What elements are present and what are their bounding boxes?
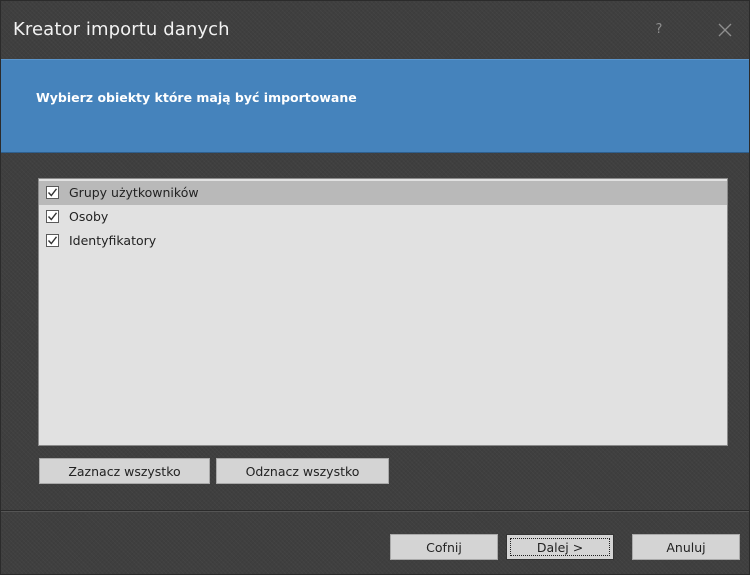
- list-item-persons[interactable]: Osoby: [39, 205, 727, 229]
- deselect-all-button[interactable]: Odznacz wszystko: [216, 458, 389, 484]
- persons-checkbox[interactable]: [46, 210, 59, 223]
- list-item-label: Osoby: [69, 209, 109, 224]
- close-icon: [718, 23, 732, 37]
- user-groups-checkbox[interactable]: [46, 186, 59, 199]
- checkmark-icon: [47, 212, 58, 221]
- next-button[interactable]: Dalej >: [506, 534, 614, 560]
- help-button[interactable]: ?: [649, 19, 669, 41]
- back-button[interactable]: Cofnij: [390, 534, 498, 560]
- footer-divider: [1, 510, 749, 512]
- objects-checklist[interactable]: Grupy użytkowników Osoby Identyfikatory: [38, 178, 728, 446]
- import-wizard-dialog: Kreator importu danych ? Wybierz obiekty…: [0, 0, 750, 575]
- list-item-identifiers[interactable]: Identyfikatory: [39, 229, 727, 253]
- list-item-label: Grupy użytkowników: [69, 185, 199, 200]
- checkmark-icon: [47, 188, 58, 197]
- window-title: Kreator importu danych: [13, 19, 230, 40]
- checkmark-icon: [47, 236, 58, 245]
- cancel-button[interactable]: Anuluj: [632, 534, 740, 560]
- close-button[interactable]: [715, 20, 735, 40]
- wizard-header-panel: Wybierz obiekty które mają być importowa…: [1, 59, 749, 153]
- identifiers-checkbox[interactable]: [46, 234, 59, 247]
- wizard-step-title: Wybierz obiekty które mają być importowa…: [36, 90, 357, 105]
- next-button-label: Dalej >: [536, 540, 584, 555]
- title-bar[interactable]: Kreator importu danych ?: [1, 1, 749, 59]
- list-item-user-groups[interactable]: Grupy użytkowników: [39, 181, 727, 205]
- list-item-label: Identyfikatory: [69, 233, 157, 248]
- select-all-button[interactable]: Zaznacz wszystko: [39, 458, 210, 484]
